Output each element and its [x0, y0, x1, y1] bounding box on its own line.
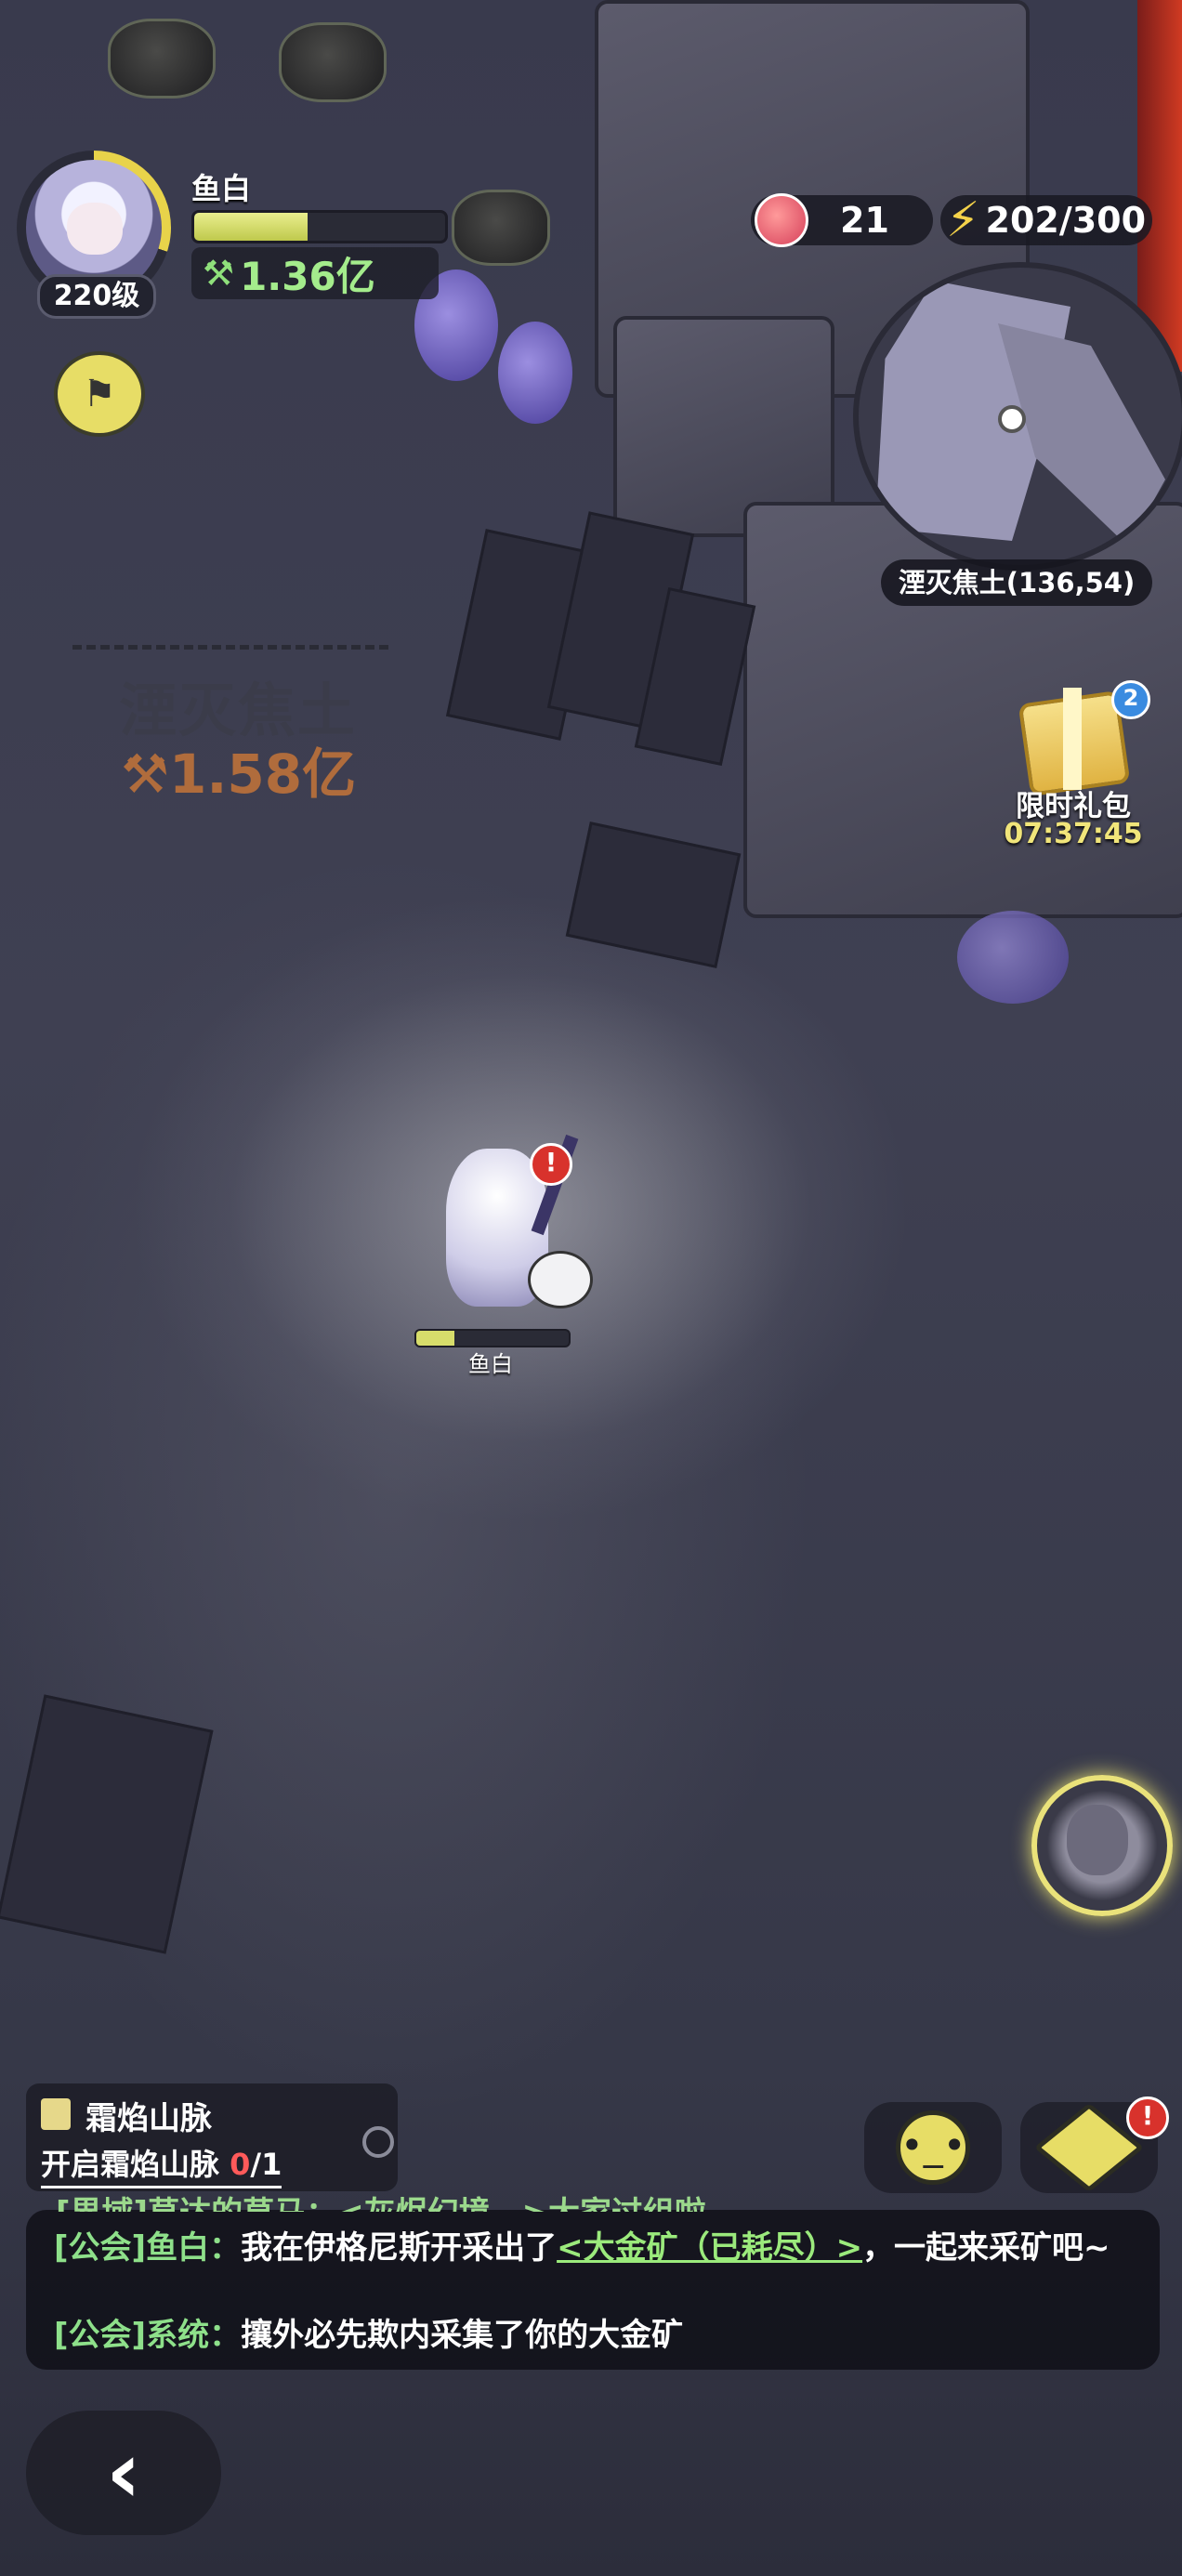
player-power: ⚒ 1.36亿	[191, 247, 439, 299]
character-name: 鱼白	[468, 1351, 513, 1377]
gift-ribbon	[1063, 688, 1082, 790]
player-level-badge: 220级	[37, 274, 156, 319]
ore-node[interactable]	[108, 19, 216, 99]
chat-sender: 鱼白：	[146, 2229, 242, 2267]
chat-text: ，一起来采矿吧~	[862, 2229, 1110, 2267]
minimap[interactable]	[853, 262, 1182, 571]
quest-progress-total: /1	[250, 2147, 282, 2182]
energy-resource[interactable]: ⚡ 202/300	[940, 192, 1152, 248]
apple-icon	[755, 193, 808, 247]
ore-node[interactable]	[452, 190, 550, 266]
quest-progress-current: 0	[230, 2147, 251, 2182]
emoji-face-icon: •_•	[896, 2110, 970, 2185]
pickaxe-icon: ⚒	[121, 743, 169, 806]
chat-text: 我在伊格尼斯开采出了	[241, 2229, 558, 2267]
character-hp-bar	[414, 1329, 571, 1347]
chat-cutoff-text: [界域]草达的草马：<灰烬幻境…>大家过组啦	[56, 2195, 706, 2212]
zone-power-value: 1.58亿	[169, 743, 357, 806]
apple-count: 21	[840, 200, 889, 241]
gift-timer: 07:37:45	[1004, 818, 1143, 850]
guild-flag-button[interactable]: ⚑	[54, 351, 145, 437]
pet-panda	[528, 1251, 593, 1308]
minimap-player-marker	[998, 405, 1026, 433]
zone-power-label: ⚒1.58亿	[121, 730, 356, 808]
purple-bush	[498, 322, 572, 424]
ore-node[interactable]	[279, 22, 387, 102]
chat-message: [公会]系统：攘外必先欺内采集了你的大金矿	[54, 2314, 1141, 2357]
quest-desc-text: 开启霜焰山脉	[41, 2147, 230, 2182]
hooded-companion-icon	[1067, 1805, 1128, 1875]
chat-message: [公会]鱼白：我在伊格尼斯开采出了<大金矿（已耗尽）>，一起来采矿吧~	[54, 2227, 1141, 2269]
chat-item-link[interactable]: <大金矿（已耗尽）>	[557, 2229, 862, 2267]
character-hp-fill	[416, 1331, 454, 1346]
dark-crystal-rock	[565, 821, 742, 968]
player-power-value: 1.36亿	[240, 253, 375, 299]
crossed-pickaxe-icon: ⚒	[203, 253, 235, 294]
emoji-button[interactable]: •_•	[864, 2102, 1002, 2193]
player-name: 鱼白	[191, 171, 252, 206]
companion-button[interactable]	[1031, 1775, 1173, 1916]
energy-count: 202/300	[985, 200, 1147, 241]
zone-boundary	[72, 645, 388, 650]
guild-flag-icon: ⚑	[83, 373, 116, 415]
chat-sender: 系统：	[146, 2317, 242, 2354]
quest-description[interactable]: 开启霜焰山脉 0/1	[41, 2141, 282, 2188]
chevron-left-icon: ‹	[106, 2423, 141, 2522]
player-hp-fill	[194, 213, 308, 241]
quest-tracker[interactable]: 霜焰山脉 开启霜焰山脉 0/1	[26, 2083, 398, 2191]
bag-alert-badge: !	[1126, 2096, 1169, 2139]
dark-crystal-rock	[0, 1694, 214, 1954]
chat-cutoff-message: [界域]草达的草马：<灰烬幻境…>大家过组啦	[56, 2188, 706, 2212]
gift-count-badge: 2	[1111, 680, 1150, 719]
chat-panel[interactable]: [公会]鱼白：我在伊格尼斯开采出了<大金矿（已耗尽）>，一起来采矿吧~ [公会]…	[26, 2210, 1160, 2370]
chat-channel: [公会]	[54, 2229, 147, 2267]
apple-resource[interactable]: 21	[751, 193, 933, 247]
player-hp-bar	[191, 210, 448, 243]
back-button[interactable]: ‹	[26, 2411, 221, 2535]
avatar-face	[67, 203, 123, 255]
chat-text: 攘外必先欺内采集了你的大金矿	[241, 2317, 684, 2354]
quest-title: 霜焰山脉	[85, 2100, 212, 2137]
minimap-location-label: 湮灭焦土(136,54)	[881, 559, 1152, 606]
clipboard-icon	[41, 2098, 71, 2130]
purple-bush	[957, 911, 1069, 1004]
lightning-bolt-icon: ⚡	[946, 192, 980, 248]
target-icon[interactable]	[362, 2126, 394, 2158]
chat-channel: [公会]	[54, 2317, 147, 2354]
character-alert-icon[interactable]: !	[530, 1143, 572, 1186]
